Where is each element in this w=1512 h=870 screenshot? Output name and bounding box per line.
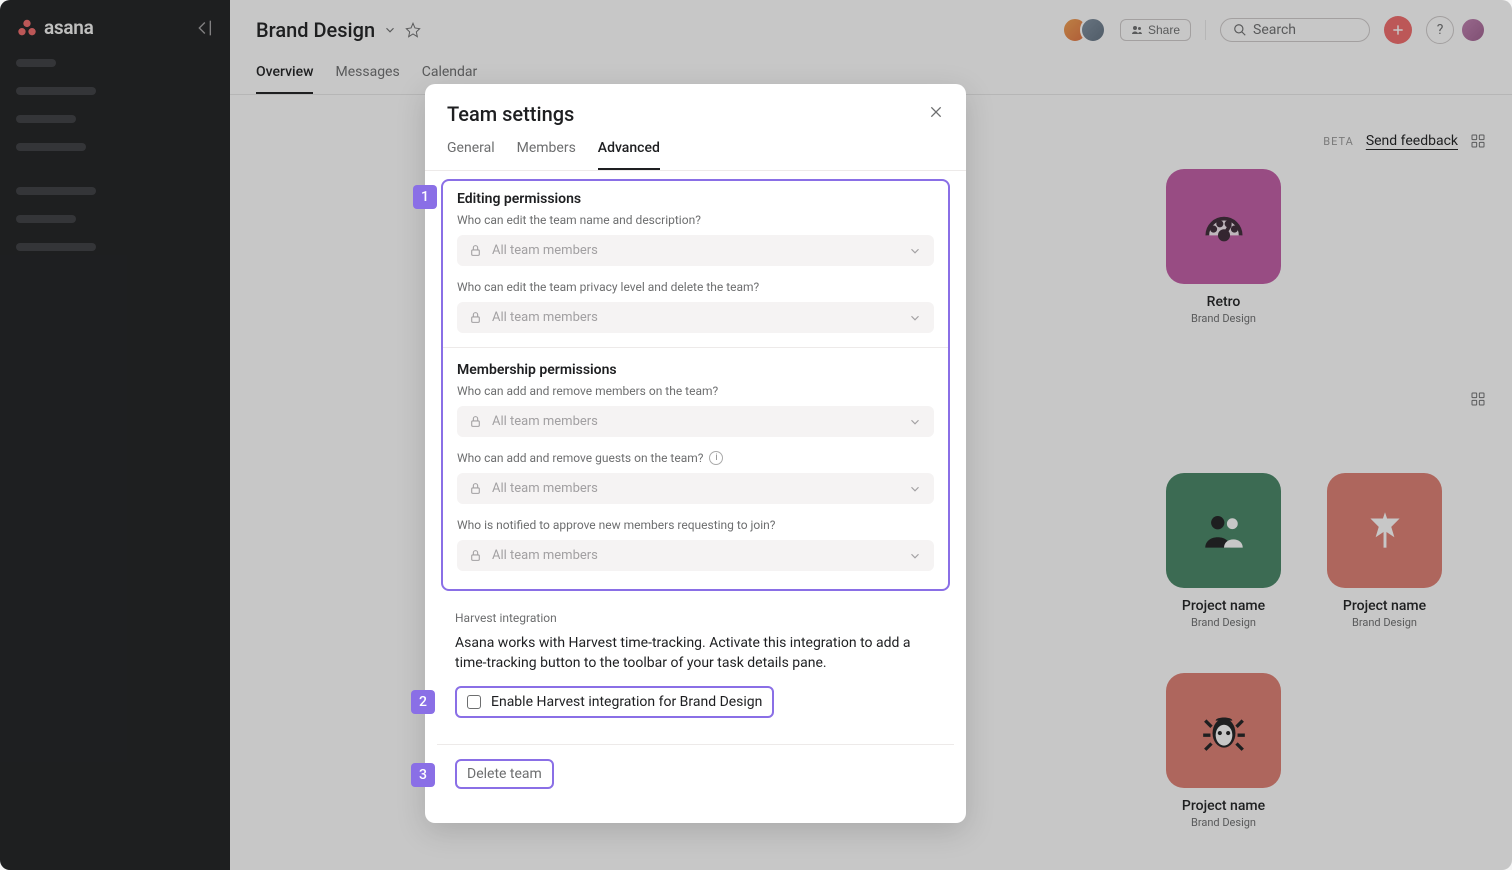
harvest-description: Asana works with Harvest time-tracking. … [455,633,936,674]
chevron-down-icon [908,482,922,496]
harvest-checkbox-label: Enable Harvest integration for Brand Des… [491,694,762,710]
delete-team-button[interactable]: 3 Delete team [455,759,554,789]
lock-icon [469,549,482,562]
editing-q1-select[interactable]: All team members [457,235,934,266]
team-settings-modal: Team settings General Members Advanced 1… [425,84,966,823]
info-icon[interactable]: i [709,451,723,465]
annotation-1: 1 [413,185,437,209]
editing-q1-label: Who can edit the team name and descripti… [457,213,934,227]
harvest-heading: Harvest integration [455,611,936,625]
close-icon [928,104,944,120]
harvest-checkbox-row[interactable]: 2 Enable Harvest integration for Brand D… [455,686,774,718]
annotation-2: 2 [411,690,435,714]
close-button[interactable] [928,104,944,125]
modal-tab-advanced[interactable]: Advanced [598,140,660,170]
annotation-3: 3 [411,763,435,787]
chevron-down-icon [908,311,922,325]
lock-icon [469,311,482,324]
chevron-down-icon [908,549,922,563]
checkbox-icon[interactable] [467,695,481,709]
lock-icon [469,244,482,257]
membership-permissions-heading: Membership permissions [457,362,934,378]
modal-tab-general[interactable]: General [447,140,495,170]
lock-icon [469,415,482,428]
modal-title: Team settings [447,102,574,126]
chevron-down-icon [908,244,922,258]
membership-q3-select[interactable]: All team members [457,540,934,571]
membership-q2-label: Who can add and remove guests on the tea… [457,451,934,465]
editing-permissions-heading: Editing permissions [457,191,934,207]
permissions-section: 1 Editing permissions Who can edit the t… [441,179,950,591]
membership-q2-select[interactable]: All team members [457,473,934,504]
editing-q2-label: Who can edit the team privacy level and … [457,280,934,294]
editing-q2-select[interactable]: All team members [457,302,934,333]
lock-icon [469,482,482,495]
membership-q1-label: Who can add and remove members on the te… [457,384,934,398]
membership-q1-select[interactable]: All team members [457,406,934,437]
modal-tab-members[interactable]: Members [517,140,576,170]
chevron-down-icon [908,415,922,429]
membership-q3-label: Who is notified to approve new members r… [457,518,934,532]
